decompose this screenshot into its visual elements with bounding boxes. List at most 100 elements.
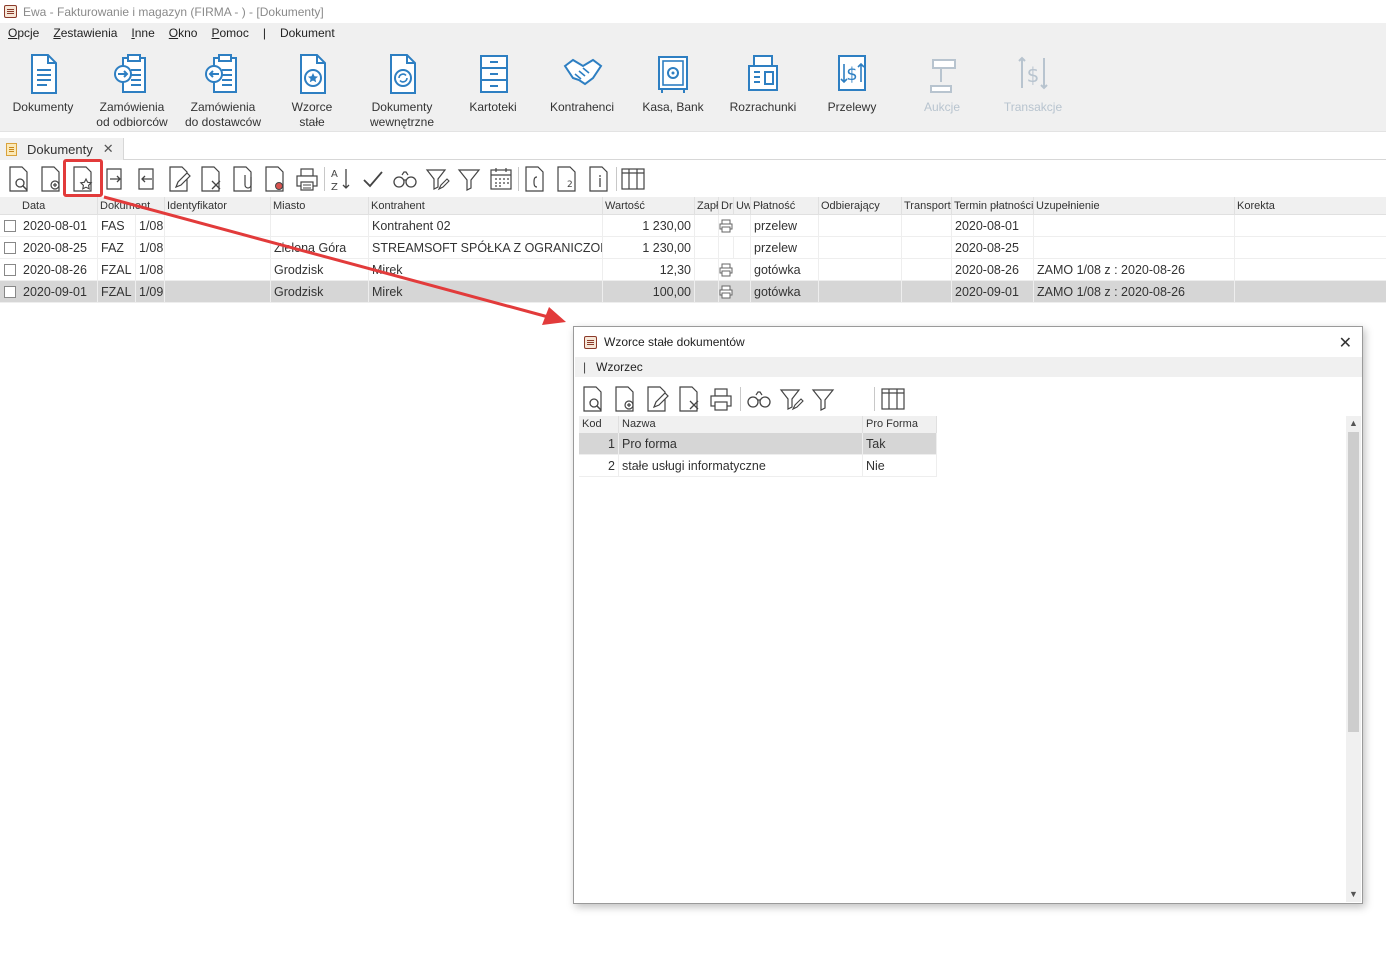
- cell-kontrahent: STREAMSOFT SPÓŁKA Z OGRANICZONĄ: [369, 237, 603, 259]
- ribbon-kontrahenci-button[interactable]: Kontrahenci: [545, 52, 619, 115]
- dialog-delete-button[interactable]: [674, 383, 704, 415]
- import-document-button[interactable]: [132, 163, 162, 195]
- dialog-filter-button[interactable]: [808, 383, 838, 415]
- ribbon-kasa-bank-button[interactable]: Kasa, Bank: [638, 52, 708, 115]
- cell-wartosc: 100,00: [603, 281, 695, 303]
- cell-uw: [734, 215, 751, 237]
- col-header-transport[interactable]: Transport: [902, 197, 952, 215]
- row-checkbox[interactable]: [4, 242, 16, 254]
- dialog-vertical-scrollbar[interactable]: ▲ ▼: [1346, 416, 1361, 902]
- sort-button[interactable]: AZ: [326, 163, 356, 195]
- table-row[interactable]: 2 stałe usługi informatyczne Nie: [579, 455, 937, 477]
- menu-dokument[interactable]: Dokument: [280, 26, 335, 40]
- menu-okno[interactable]: Okno: [169, 26, 198, 40]
- filter-button[interactable]: [454, 163, 484, 195]
- col-header-nazwa[interactable]: Nazwa: [619, 416, 863, 433]
- dialog-columns-button[interactable]: [878, 383, 908, 415]
- scroll-up-icon[interactable]: ▲: [1346, 416, 1361, 431]
- doc-number-button[interactable]: 2: [552, 163, 582, 195]
- doc-info-button[interactable]: [584, 163, 614, 195]
- search-button[interactable]: [390, 163, 420, 195]
- menu-zestawienia[interactable]: Zestawienia: [53, 26, 117, 40]
- col-header-identyfikator[interactable]: Identyfikator: [165, 197, 271, 215]
- binoculars-icon: [747, 391, 771, 408]
- dialog-close-icon[interactable]: ✕: [1339, 333, 1352, 353]
- print-button[interactable]: [292, 163, 322, 195]
- row-checkbox[interactable]: [4, 264, 16, 276]
- document-record-button[interactable]: [260, 163, 290, 195]
- doc-clip-icon: [233, 166, 252, 192]
- doc-bracket-button[interactable]: [520, 163, 550, 195]
- col-header-kontrahent[interactable]: Kontrahent: [369, 197, 603, 215]
- ribbon-rozrachunki-button[interactable]: Rozrachunki: [725, 52, 801, 115]
- columns-button[interactable]: [618, 163, 648, 195]
- col-header-korekta[interactable]: Korekta: [1235, 197, 1386, 215]
- col-header-dokument[interactable]: Dokument: [98, 197, 165, 215]
- table-row[interactable]: 2020-08-25 FAZ 1/08 Zielona Góra STREAMS…: [0, 237, 1386, 259]
- cell-platnosc: gotówka: [751, 281, 819, 303]
- cell-zapl: [695, 259, 719, 281]
- title-bar: Ewa - Fakturowanie i magazyn (FIRMA - ) …: [0, 0, 1386, 23]
- ribbon-zamowienia-dostawcow-button[interactable]: Zamówienia do dostawców: [182, 52, 264, 130]
- table-row[interactable]: 2020-08-26 FZAL 1/08 Grodzisk Mirek 12,3…: [0, 259, 1386, 281]
- export-document-button[interactable]: [100, 163, 130, 195]
- col-header-termin[interactable]: Termin płatności: [952, 197, 1034, 215]
- cell-kontrahent: Mirek: [369, 259, 603, 281]
- ribbon-wzorce-stale-button[interactable]: Wzorce stałe: [282, 52, 342, 130]
- dialog-search-button[interactable]: [744, 383, 774, 415]
- cell-miasto: Grodzisk: [271, 281, 369, 303]
- add-document-button[interactable]: [36, 163, 66, 195]
- col-header-odbierajacy[interactable]: Odbierający: [819, 197, 902, 215]
- col-header-uzupelnienie[interactable]: Uzupełnienie: [1034, 197, 1235, 215]
- ribbon-przelewy-button[interactable]: $ Przelewy: [820, 52, 884, 115]
- cell-transport: [902, 215, 952, 237]
- menu-opcje[interactable]: Opcje: [8, 26, 39, 40]
- col-header-uw[interactable]: Uw: [734, 197, 751, 215]
- scrollbar-thumb[interactable]: [1348, 432, 1359, 732]
- col-header-data[interactable]: Data: [20, 197, 98, 215]
- cell-uzupelnienie: ZAMO 1/08 z : 2020-08-26: [1034, 259, 1235, 281]
- dialog-menu-wzorzec[interactable]: Wzorzec: [596, 360, 643, 374]
- col-header-dr[interactable]: Dr: [719, 197, 734, 215]
- col-header-wartosc[interactable]: Wartość: [603, 197, 695, 215]
- col-header-zapl[interactable]: Zapł: [695, 197, 719, 215]
- view-document-button[interactable]: [4, 163, 34, 195]
- col-header-proforma[interactable]: Pro Forma: [863, 416, 937, 433]
- approve-button[interactable]: [358, 163, 388, 195]
- tab-close-icon[interactable]: ✕: [103, 141, 114, 157]
- col-header-kod[interactable]: Kod: [579, 416, 619, 433]
- dialog-view-button[interactable]: [578, 383, 608, 415]
- dialog-add-button[interactable]: [610, 383, 640, 415]
- col-header-platnosc[interactable]: Płatność: [751, 197, 819, 215]
- cabinet-icon: [480, 55, 508, 93]
- attach-document-button[interactable]: [228, 163, 258, 195]
- star-document-icon: [300, 54, 326, 94]
- dialog-print-button[interactable]: [706, 383, 736, 415]
- tab-strip: Dokumenty ✕: [0, 138, 1386, 160]
- scroll-down-icon[interactable]: ▼: [1346, 887, 1361, 902]
- calendar-button[interactable]: [486, 163, 516, 195]
- filter-edit-button[interactable]: [422, 163, 452, 195]
- dialog-edit-button[interactable]: [642, 383, 672, 415]
- table-row-selected[interactable]: 2020-09-01 FZAL 1/09 Grodzisk Mirek 100,…: [0, 281, 1386, 303]
- grid-header: Data Dokument Identyfikator Miasto Kontr…: [0, 197, 1386, 215]
- row-checkbox[interactable]: [4, 286, 16, 298]
- edit-document-button[interactable]: [164, 163, 194, 195]
- cell-proforma: Nie: [863, 455, 937, 477]
- ribbon-kartoteki-button[interactable]: Kartoteki: [462, 52, 524, 115]
- app-icon: [4, 5, 17, 18]
- ribbon-dokumenty-button[interactable]: Dokumenty: [8, 52, 78, 115]
- col-header-miasto[interactable]: Miasto: [271, 197, 369, 215]
- ribbon-dokumenty-wewnetrzne-button[interactable]: Dokumenty wewnętrzne: [362, 52, 442, 130]
- dialog-filter-edit-button[interactable]: [776, 383, 806, 415]
- document-icon: [31, 54, 57, 94]
- cell-identyfikator: [165, 281, 271, 303]
- menu-pomoc[interactable]: Pomoc: [211, 26, 248, 40]
- tab-dokumenty[interactable]: Dokumenty ✕: [0, 138, 124, 160]
- table-row[interactable]: 2020-08-01 FAS 1/08 Kontrahent 02 1 230,…: [0, 215, 1386, 237]
- table-row-selected[interactable]: 1 Pro forma Tak: [579, 433, 937, 455]
- row-checkbox[interactable]: [4, 220, 16, 232]
- ribbon-zamowienia-odbiorcow-button[interactable]: Zamówienia od odbiorców: [92, 52, 172, 130]
- menu-inne[interactable]: Inne: [131, 26, 154, 40]
- delete-document-button[interactable]: [196, 163, 226, 195]
